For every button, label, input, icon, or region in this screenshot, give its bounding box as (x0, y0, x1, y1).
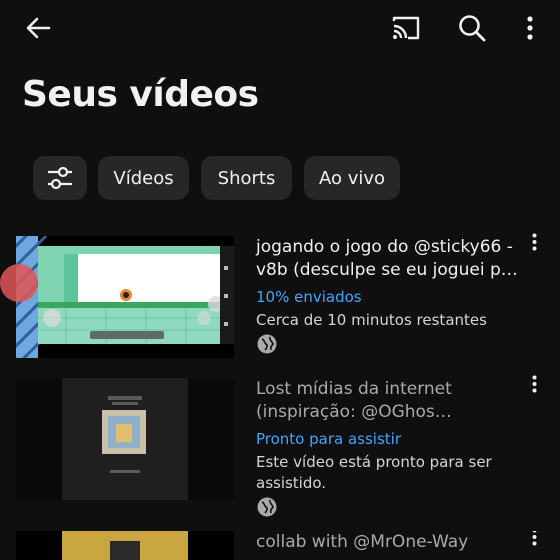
chip-shorts[interactable]: Shorts (201, 156, 292, 200)
video-options-button[interactable] (524, 372, 544, 396)
more-vertical-icon (532, 375, 536, 393)
list-item[interactable]: jogando o jogo do @sticky66 -v8b (descul… (0, 233, 560, 366)
video-thumbnail[interactable] (16, 236, 234, 358)
more-vertical-icon (532, 531, 536, 546)
filter-settings-icon (48, 166, 72, 190)
record-overlay-icon (0, 264, 38, 302)
processing-status: Pronto para assistir (256, 430, 401, 448)
list-item[interactable]: Lost mídias da internet (inspiração: @OG… (0, 375, 560, 518)
search-button[interactable] (454, 10, 490, 46)
status-description: Este vídeo está pronto para ser assistid… (256, 453, 492, 492)
chip-live[interactable]: Ao vivo (304, 156, 400, 200)
globe-icon (257, 334, 277, 354)
upload-status: 10% enviados (256, 288, 362, 306)
video-thumbnail[interactable] (16, 378, 234, 500)
more-vertical-icon (532, 233, 536, 251)
game-screenshot-image (16, 236, 234, 358)
video-title: jogando o jogo do @sticky66 -v8b (descul… (256, 237, 518, 280)
top-app-bar (0, 0, 560, 56)
upload-time-remaining: Cerca de 10 minutos restantes (256, 311, 487, 329)
video-title: collab with @MrOne-Way (256, 532, 469, 552)
cast-icon (392, 16, 420, 40)
search-icon (459, 15, 486, 42)
visibility-public (256, 496, 278, 518)
video-thumbnail-image (16, 531, 234, 560)
video-title: Lost mídias da internet (inspiração: @OG… (256, 379, 452, 422)
video-thumbnail-image (16, 378, 234, 500)
page-title: Seus vídeos (22, 74, 259, 115)
visibility-public (256, 333, 278, 355)
chip-videos[interactable]: Vídeos (98, 156, 189, 200)
video-options-button[interactable] (524, 531, 544, 549)
arrow-back-icon (26, 17, 51, 39)
more-options-button[interactable] (518, 10, 542, 46)
list-item[interactable]: collab with @MrOne-Way (0, 531, 560, 560)
filter-settings-button[interactable] (33, 156, 87, 200)
video-options-button[interactable] (524, 230, 544, 254)
cast-button[interactable] (388, 10, 424, 46)
globe-icon (257, 497, 277, 517)
more-vertical-icon (527, 16, 533, 40)
video-thumbnail[interactable] (16, 531, 234, 560)
back-button[interactable] (20, 10, 56, 46)
